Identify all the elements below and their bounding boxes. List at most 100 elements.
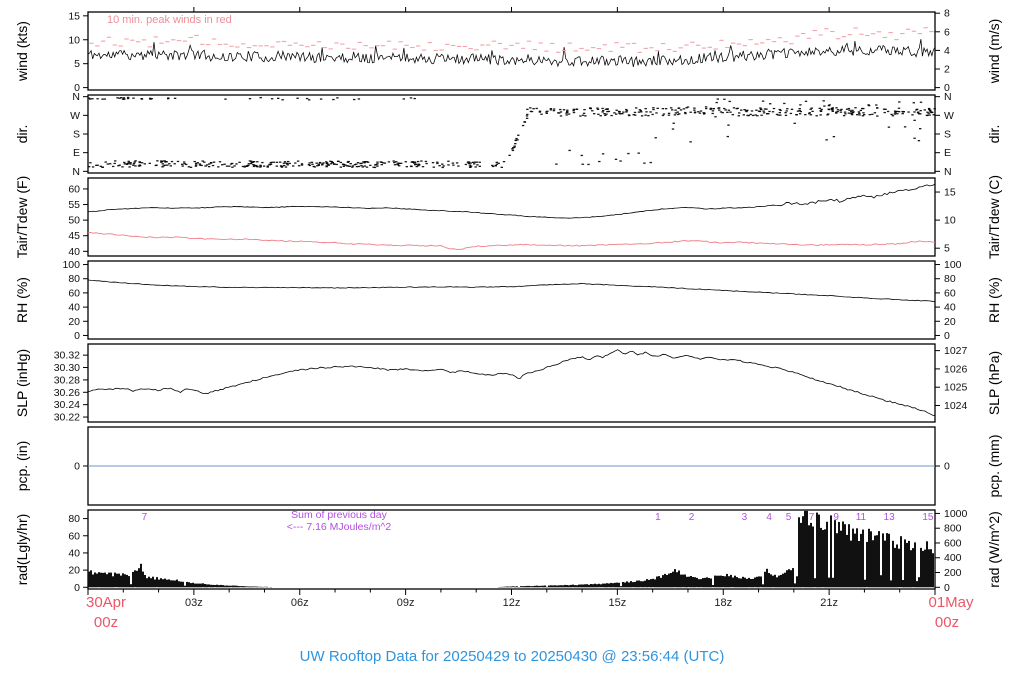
panel-dir: NESWNNESWNdir. dir.: [14, 91, 1002, 178]
tick-label-right: 6: [944, 26, 950, 38]
Tair_F-line: [87, 183, 936, 219]
tick-label-right: 2: [944, 64, 950, 76]
tick-label-right: S: [944, 129, 951, 141]
tick-label-right: N: [944, 166, 952, 178]
axis-title-right-wind: wind (m/s): [986, 19, 1002, 85]
rad-sum-note-line2: <--- 7.16 MJoules/m^2: [287, 521, 392, 533]
axis-title-right-dir: dir.: [986, 125, 1002, 144]
tick-label-right: 10: [944, 215, 956, 227]
panel-frame: [87, 260, 936, 340]
tick-label-left: E: [73, 147, 80, 159]
x-end-date: 01May: [928, 594, 974, 611]
tick-label-right: 0: [944, 330, 950, 342]
tick-label-left: 100: [62, 259, 80, 271]
axis-title-right-rh: RH (%): [986, 277, 1002, 323]
tick-label-left: 30.30: [54, 362, 80, 374]
x-tick-label: 09z: [397, 597, 415, 609]
tick-label-left: 40: [68, 246, 80, 258]
tick-label-right: 60: [944, 287, 956, 299]
tick-label-right: 1027: [944, 345, 968, 357]
rad-cumulative-mark: 13: [884, 512, 896, 523]
tick-label-right: 0: [944, 582, 950, 594]
tick-label-right: 40: [944, 302, 956, 314]
tick-label-right: 15: [944, 187, 956, 199]
x-tick-label: 18z: [714, 597, 732, 609]
tick-label-right: 200: [944, 567, 962, 579]
x-start-hour: 00z: [94, 614, 118, 631]
axis-title-left-temp: Tair/Tdew (F): [14, 176, 30, 258]
tick-label-left: 30.22: [54, 412, 80, 424]
tick-label-left: 40: [68, 547, 80, 559]
rad-sum-note-line1: Sum of previous day: [291, 509, 387, 521]
axis-title-right-pcp: pcp. (mm): [986, 435, 1002, 498]
tick-label-right: 20: [944, 316, 956, 328]
rad-cumulative-mark: 9: [833, 512, 839, 523]
axis-title-left-dir: dir.: [14, 125, 30, 144]
tick-label-left: 55: [68, 199, 80, 211]
axis-title-left-slp: SLP (inHg): [14, 349, 30, 417]
rad-cumulative-mark: 2: [689, 512, 695, 523]
rad-cumulative-mark: 7: [809, 512, 815, 523]
tick-label-right: 800: [944, 523, 962, 535]
annotations: 10 min. peak winds in red Sum of previous…: [107, 14, 934, 533]
tick-label-left: 30.28: [54, 374, 80, 386]
axis-title-left-rh: RH (%): [14, 277, 30, 323]
wind-speed-line: [87, 39, 936, 68]
x-tick-label: 15z: [609, 597, 627, 609]
page-title: UW Rooftop Data for 20250429 to 20250430…: [300, 648, 725, 665]
x-end-hour: 00z: [935, 614, 959, 631]
panel-slp: 30.2230.2430.2630.2830.3030.32 1024 1025 10…: [14, 343, 1002, 424]
tick-label-right: 4: [944, 45, 950, 57]
tick-label-left: 60: [68, 287, 80, 299]
axis-title-right-temp: Tair/Tdew (C): [986, 175, 1002, 259]
tick-label-right: 1024: [944, 400, 968, 412]
tick-label-right: E: [944, 147, 951, 159]
Tdew_F-line: [87, 232, 936, 250]
tick-label-right: 400: [944, 552, 962, 564]
rad-cumulative-mark: 4: [766, 512, 772, 523]
tick-label-right: 8: [944, 8, 950, 20]
rad-cumulative-mark: 3: [742, 512, 748, 523]
tick-label-left: 40: [68, 302, 80, 314]
SLP_inHg-line: [87, 349, 936, 417]
panel-frame: [87, 177, 936, 257]
tick-label-right: 1026: [944, 363, 968, 375]
tick-label-right: 5: [944, 243, 950, 255]
weather-plot-page: UW Rooftop Data for 20250429 to 20250430…: [0, 0, 1024, 700]
rad-cumulative-mark: 11: [856, 512, 867, 523]
tick-label-left: W: [70, 110, 80, 122]
axis-title-left-pcp: pcp. (in): [14, 441, 30, 492]
tick-label-left: 5: [74, 58, 80, 70]
tick-label-left: 60: [68, 183, 80, 195]
tick-label-left: 30.24: [54, 399, 80, 411]
axis-title-right-slp: SLP (hPa): [986, 351, 1002, 415]
tick-label-right: 1000: [944, 508, 968, 520]
x-tick-label: 03z: [185, 597, 203, 609]
weather-multipanel-chart: UW Rooftop Data for 20250429 to 20250430…: [14, 7, 1002, 665]
axis-title-right-rad: rad (W/m^2): [986, 511, 1002, 588]
panel-frame: [87, 94, 936, 174]
tick-label-right: 600: [944, 537, 962, 549]
tick-label-right: 100: [944, 259, 962, 271]
RH_pct-line: [87, 279, 936, 303]
tick-label-left: 45: [68, 230, 80, 242]
tick-label-left: 80: [68, 513, 80, 525]
rad-cumulative-mark: 5: [786, 512, 792, 523]
x-tick-label: 21z: [820, 597, 838, 609]
radiation-bars: [88, 510, 934, 588]
x-tick-label: 12z: [503, 597, 521, 609]
panel-frame: [87, 343, 936, 423]
tick-label-left: 20: [68, 565, 80, 577]
tick-label-left: 10: [68, 34, 80, 46]
tick-label-left: N: [72, 91, 80, 103]
rad-cumulative-mark: 1: [655, 512, 661, 523]
tick-label-left: S: [73, 129, 80, 141]
tick-label-left: 80: [68, 273, 80, 285]
rad-cumulative-mark: 15: [922, 512, 934, 523]
peak-wind-note: 10 min. peak winds in red: [107, 14, 232, 26]
x-tick-label: 06z: [291, 597, 309, 609]
tick-label-right: 80: [944, 273, 956, 285]
tick-label-left: 30.32: [54, 350, 80, 362]
rad-cumulative-mark: 7: [142, 512, 148, 523]
tick-label-left: 0: [74, 582, 80, 594]
